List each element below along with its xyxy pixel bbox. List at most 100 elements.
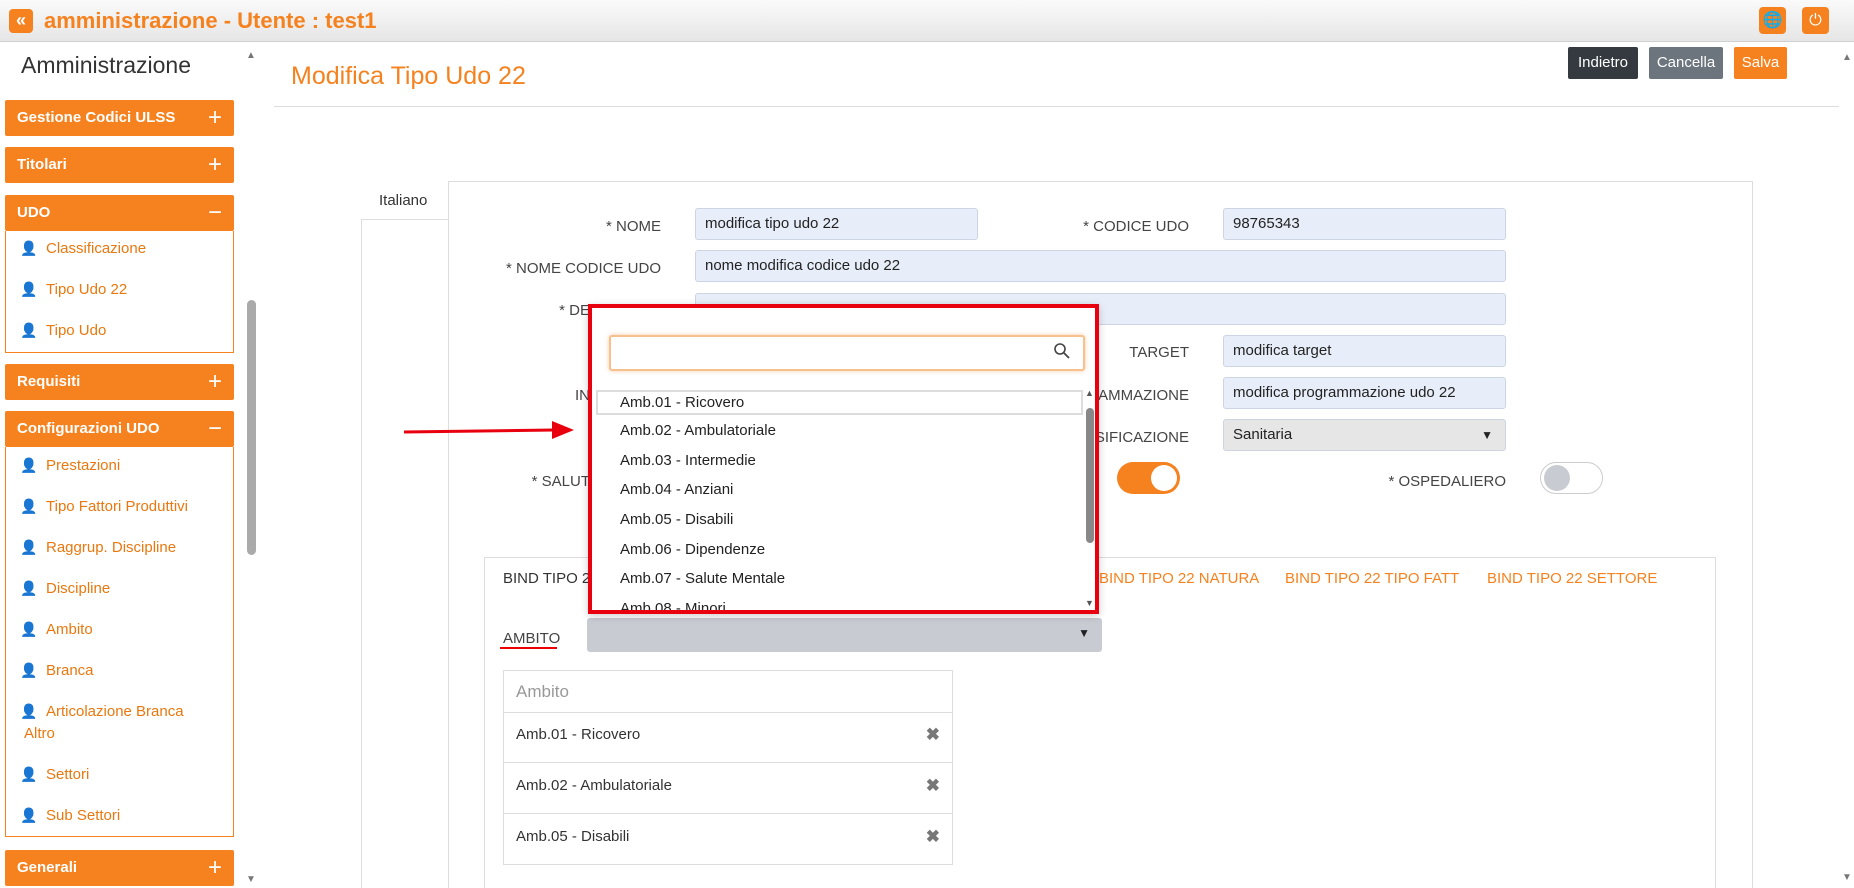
tab-bind-tipo-22-ambito[interactable]: BIND TIPO 2 <box>503 570 590 587</box>
user-edit-icon: 👤 <box>20 580 38 596</box>
sidebar-item-classificazione[interactable]: 👤 Classificazione <box>20 240 146 257</box>
sidebar-item-label: Prestazioni <box>46 457 121 474</box>
sidebar-item-settori[interactable]: 👤 Settori <box>20 766 89 783</box>
sidebar-scroll-thumb[interactable] <box>247 300 256 555</box>
tab-bind-tipo-22-tipo-fatt[interactable]: BIND TIPO 22 TIPO FATT <box>1285 570 1459 587</box>
table-cell: Amb.05 - Disabili <box>516 828 630 845</box>
sidebar-section-gestione-codici-ulss[interactable]: Gestione Codici ULSS + <box>5 100 234 136</box>
sidebar-item-label: Classificazione <box>46 240 147 257</box>
dropdown-option[interactable]: Amb.01 - Ricovero <box>596 390 1083 415</box>
sidebar-section-udo[interactable]: UDO − <box>5 195 234 231</box>
user-edit-icon: 👤 <box>20 498 38 514</box>
header-divider <box>274 106 1839 107</box>
top-bar: « amministrazione - Utente : test1 🌐 ⏻ <box>0 0 1854 42</box>
sidebar-item-branca[interactable]: 👤 Branca <box>20 662 94 679</box>
plus-icon: + <box>207 151 222 178</box>
nome-label: * NOME <box>605 218 661 235</box>
sidebar-item-tipo-fattori-produttivi[interactable]: 👤 Tipo Fattori Produttivi <box>20 498 188 515</box>
scroll-down-icon[interactable]: ▼ <box>1085 598 1094 608</box>
target-field[interactable]: modifica target <box>1223 335 1506 367</box>
sidebar-item-tipo-udo[interactable]: 👤 Tipo Udo <box>20 322 106 339</box>
globe-icon[interactable]: 🌐 <box>1759 7 1786 34</box>
programmazione-field[interactable]: modifica programmazione udo 22 <box>1223 377 1506 409</box>
dropdown-option[interactable]: Amb.08 - Minori <box>620 600 726 610</box>
sidebar-item-label: Sub Settori <box>46 807 121 824</box>
dropdown-scroll-thumb[interactable] <box>1086 408 1094 543</box>
user-edit-icon: 👤 <box>20 240 38 256</box>
sidebar-section-generali[interactable]: Generali + <box>5 850 234 886</box>
dropdown-option[interactable]: Amb.02 - Ambulatoriale <box>620 422 776 439</box>
scroll-down-icon[interactable]: ▼ <box>246 874 256 885</box>
scroll-up-icon[interactable]: ▲ <box>246 50 256 61</box>
user-edit-icon: 👤 <box>20 662 38 678</box>
user-edit-icon: 👤 <box>20 539 38 555</box>
scroll-up-icon[interactable]: ▲ <box>1842 52 1852 63</box>
ambito-dropdown: Amb.01 - Ricovero Amb.02 - Ambulatoriale… <box>588 304 1099 614</box>
sidebar-section-requisiti[interactable]: Requisiti + <box>5 364 234 400</box>
save-button[interactable]: Salva <box>1734 47 1787 79</box>
dropdown-option[interactable]: Amb.05 - Disabili <box>620 511 733 528</box>
dropdown-search-input[interactable] <box>609 335 1085 371</box>
scroll-down-icon[interactable]: ▼ <box>1842 872 1852 883</box>
page-scrollbar[interactable]: ▲ ▼ <box>1840 42 1854 888</box>
ospedaliero-toggle[interactable] <box>1540 462 1603 494</box>
remove-icon[interactable]: ✖ <box>926 713 940 757</box>
dropdown-option[interactable]: Amb.03 - Intermedie <box>620 452 756 469</box>
ospedaliero-label: * OSPEDALIERO <box>1388 473 1506 490</box>
sidebar-section-label: Gestione Codici ULSS <box>17 109 176 126</box>
ambito-select[interactable]: ▼ <box>587 618 1102 652</box>
sidebar: Amministrazione Gestione Codici ULSS + T… <box>0 42 256 888</box>
codice-udo-field[interactable]: 98765343 <box>1223 208 1506 240</box>
salute-label: * SALUT <box>531 473 590 490</box>
dropdown-option[interactable]: Amb.06 - Dipendenze <box>620 541 765 558</box>
sidebar-scrollbar[interactable]: ▲ ▼ <box>244 50 258 888</box>
plus-icon: + <box>207 854 222 881</box>
power-icon[interactable]: ⏻ <box>1802 7 1829 34</box>
table-row: Amb.02 - Ambulatoriale ✖ <box>504 764 952 814</box>
sidebar-item-discipline[interactable]: 👤 Discipline <box>20 580 110 597</box>
table-row: Amb.05 - Disabili ✖ <box>504 815 952 865</box>
sidebar-section-label: UDO <box>17 204 51 221</box>
user-edit-icon: 👤 <box>20 807 38 823</box>
delete-button[interactable]: Cancella <box>1649 47 1723 79</box>
user-edit-icon: 👤 <box>20 281 38 297</box>
nome-codice-udo-field[interactable]: nome modifica codice udo 22 <box>695 250 1506 282</box>
sidebar-item-label: Ambito <box>46 621 93 638</box>
sidebar-item-sub-settori[interactable]: 👤 Sub Settori <box>20 807 120 824</box>
sidebar-item-prestazioni[interactable]: 👤 Prestazioni <box>20 457 120 474</box>
page-title: Modifica Tipo Udo 22 <box>291 62 526 90</box>
tab-bind-tipo-22-settore[interactable]: BIND TIPO 22 SETTORE <box>1487 570 1657 587</box>
caret-down-icon: ▼ <box>1078 626 1090 640</box>
nome-field[interactable]: modifica tipo udo 22 <box>695 208 978 240</box>
tab-italiano[interactable]: Italiano <box>361 181 449 220</box>
sidebar-section-configurazioni-udo[interactable]: Configurazioni UDO − <box>5 411 234 447</box>
minus-icon: − <box>207 415 222 442</box>
remove-icon[interactable]: ✖ <box>926 815 940 859</box>
user-edit-icon: 👤 <box>20 703 38 719</box>
panel-divider <box>448 220 449 888</box>
sidebar-item-tipo-udo-22[interactable]: 👤 Tipo Udo 22 <box>20 281 127 298</box>
back-button[interactable]: Indietro <box>1568 47 1638 79</box>
sidebar-item-ambito[interactable]: 👤 Ambito <box>20 621 93 638</box>
user-edit-icon: 👤 <box>20 322 38 338</box>
salute-toggle[interactable] <box>1117 462 1180 494</box>
tab-bind-tipo-22-natura[interactable]: BIND TIPO 22 NATURA <box>1099 570 1259 587</box>
plus-icon: + <box>207 368 222 395</box>
user-edit-icon: 👤 <box>20 621 38 637</box>
classificazione-select[interactable]: Sanitaria ▼ <box>1223 419 1506 451</box>
descrizione-label: * DE <box>559 302 590 319</box>
sidebar-section-titolari[interactable]: Titolari + <box>5 147 234 183</box>
sidebar-item-raggrup-discipline[interactable]: 👤 Raggrup. Discipline <box>20 539 176 556</box>
sidebar-item-altro[interactable]: Altro <box>24 725 55 742</box>
classificazione-value: Sanitaria <box>1233 426 1293 443</box>
sidebar-title: Amministrazione <box>21 52 191 78</box>
dropdown-option[interactable]: Amb.04 - Anziani <box>620 481 733 498</box>
collapse-sidebar-icon[interactable]: « <box>9 9 33 33</box>
scroll-up-icon[interactable]: ▲ <box>1085 388 1094 398</box>
remove-icon[interactable]: ✖ <box>926 764 940 808</box>
dropdown-scrollbar[interactable]: ▲ ▼ <box>1085 388 1095 610</box>
ambito-underline-annotation <box>500 647 557 649</box>
sidebar-item-articolazione-branca[interactable]: 👤 Articolazione Branca <box>20 703 184 720</box>
sidebar-item-label: Branca <box>46 662 94 679</box>
dropdown-option[interactable]: Amb.07 - Salute Mentale <box>620 570 785 587</box>
